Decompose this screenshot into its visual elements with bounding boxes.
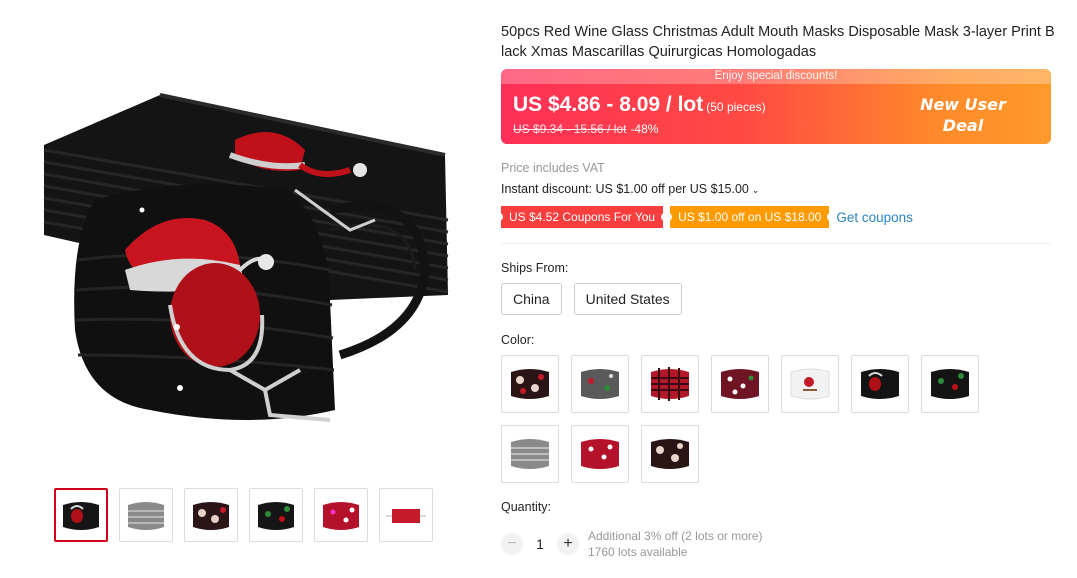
vat-note: Price includes VAT [501,161,605,175]
quantity-input[interactable]: 1 [523,536,557,552]
thumbnail-3[interactable] [184,488,238,542]
thumbnail-2[interactable] [119,488,173,542]
current-price-value: US $4.86 - 8.09 / lot [513,93,704,116]
color-swatch-5[interactable] [781,355,839,413]
color-swatch-8[interactable] [501,425,559,483]
chevron-down-icon: ⌄ [751,185,760,195]
color-swatch-6[interactable] [851,355,909,413]
instant-discount-text: Instant discount: US $1.00 off per US $1… [501,182,749,196]
color-swatch-3[interactable] [641,355,699,413]
price-unit: (50 pieces) [706,100,766,114]
color-swatch-7[interactable] [921,355,979,413]
original-price-value: US $9.34 - 15.56 / lot [513,122,627,136]
color-swatch-4[interactable] [711,355,769,413]
instant-discount[interactable]: Instant discount: US $1.00 off per US $1… [501,182,759,196]
coupon-badge-orange[interactable]: US $1.00 off on US $18.00 [668,206,832,228]
deal-line-1: New User [920,95,1006,114]
ships-option-united-states[interactable]: United States [573,283,682,315]
color-label: Color: [501,333,535,347]
discount-percent: -48% [630,122,659,136]
thumbnail-1[interactable] [54,488,108,542]
quantity-label: Quantity: [501,500,552,514]
color-swatch-2[interactable] [571,355,629,413]
quantity-decrease-button[interactable]: − [501,533,523,555]
quantity-stepper: − 1 + Additional 3% off (2 lots or more)… [501,528,763,560]
product-title: 50pcs Red Wine Glass Christmas Adult Mou… [501,24,1055,60]
ships-option-china[interactable]: China [501,283,562,315]
thumbnail-4[interactable] [249,488,303,542]
color-swatches [501,355,991,483]
color-swatch-9[interactable] [571,425,629,483]
thumbnail-6[interactable] [379,488,433,542]
stock-available: 1760 lots available [588,545,688,559]
deal-line-2: Deal [942,116,984,135]
new-user-deal-badge[interactable]: New User Deal [903,94,1023,136]
ships-from-label: Ships From: [501,261,569,275]
coupon-row: US $4.52 Coupons For You US $1.00 off on… [498,206,913,228]
ships-from-options: China United States [501,283,682,315]
bulk-discount-note: Additional 3% off (2 lots or more) [588,529,763,543]
product-main-image[interactable] [30,70,460,470]
thumbnail-5[interactable] [314,488,368,542]
banner-tagline: Enjoy special discounts! [501,69,1051,84]
original-price: US $9.34 - 15.56 / lot -48% [513,122,658,136]
color-swatch-1[interactable] [501,355,559,413]
quantity-info: Additional 3% off (2 lots or more) 1760 … [588,528,763,560]
quantity-increase-button[interactable]: + [557,533,579,555]
thumbnail-strip [54,488,433,542]
coupon-badge-red[interactable]: US $4.52 Coupons For You [498,206,666,228]
current-price: US $4.86 - 8.09 / lot (50 pieces) [513,93,766,117]
divider [501,243,1051,244]
get-coupons-link[interactable]: Get coupons [836,210,913,225]
color-swatch-10[interactable] [641,425,699,483]
